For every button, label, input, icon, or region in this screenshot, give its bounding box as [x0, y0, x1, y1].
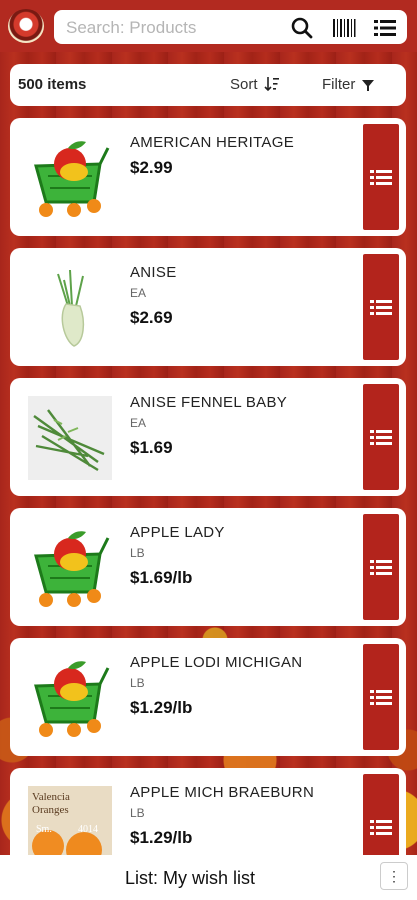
product-unit: EA — [130, 416, 147, 430]
product-name: APPLE LADY — [130, 524, 225, 541]
store-logo[interactable] — [8, 9, 44, 43]
product-card[interactable]: AMERICAN HERITAGE $2.99 — [10, 118, 406, 236]
search-bar — [54, 10, 407, 44]
product-card[interactable]: ANISE FENNEL BABY EA $1.69 — [10, 378, 406, 496]
sign-line-1: Valencia — [32, 791, 70, 803]
more-options-button[interactable]: ⋮ — [380, 862, 408, 890]
product-name: APPLE LODI MICHIGAN — [130, 654, 303, 671]
product-name: ANISE — [130, 264, 177, 281]
list-add-icon — [370, 820, 392, 835]
filter-button[interactable]: Filter — [322, 76, 375, 93]
cart-placeholder-image — [28, 526, 112, 610]
product-unit: LB — [130, 806, 145, 820]
item-count: 500 items — [18, 76, 87, 93]
sort-button[interactable]: Sort — [230, 76, 280, 93]
add-to-list-button[interactable] — [363, 644, 399, 750]
sign-line-2: Oranges — [32, 804, 69, 816]
cart-placeholder-image — [28, 136, 112, 220]
product-price: $1.29/lb — [130, 828, 193, 847]
barcode-icon[interactable] — [331, 16, 357, 40]
list-add-icon — [370, 170, 392, 185]
product-name: AMERICAN HERITAGE — [130, 134, 295, 151]
add-to-list-button[interactable] — [363, 124, 399, 230]
sign-code-left: Sm. — [36, 824, 52, 835]
product-unit: LB — [130, 676, 145, 690]
filter-icon — [362, 80, 375, 91]
product-card[interactable]: APPLE LODI MICHIGAN LB $1.29/lb — [10, 638, 406, 756]
sort-icon — [263, 77, 279, 92]
list-icon[interactable] — [372, 16, 398, 40]
product-unit: EA — [130, 286, 147, 300]
list-footer: List: My wish list ⋮ — [0, 855, 417, 900]
fennel-bunch-photo-image — [28, 396, 112, 480]
current-list-label[interactable]: List: My wish list — [0, 868, 380, 889]
product-price: $1.69/lb — [130, 568, 193, 587]
app-header — [0, 0, 417, 52]
add-to-list-button[interactable] — [363, 514, 399, 620]
product-price: $2.99 — [130, 158, 173, 177]
product-unit: LB — [130, 546, 145, 560]
fennel-photo-image — [28, 266, 112, 350]
filter-label: Filter — [322, 76, 356, 93]
sign-code-right: 4014 — [78, 824, 98, 835]
product-price: $2.69 — [130, 308, 173, 327]
kebab-icon: ⋮ — [387, 868, 401, 884]
search-input[interactable] — [64, 16, 278, 40]
sort-label: Sort — [230, 76, 258, 93]
list-add-icon — [370, 560, 392, 575]
product-price: $1.29/lb — [130, 698, 193, 717]
product-price: $1.69 — [130, 438, 173, 457]
product-card[interactable]: ANISE EA $2.69 — [10, 248, 406, 366]
list-add-icon — [370, 300, 392, 315]
list-add-icon — [370, 690, 392, 705]
add-to-list-button[interactable] — [363, 384, 399, 490]
search-icon[interactable] — [290, 16, 316, 40]
cart-placeholder-image — [28, 656, 112, 740]
add-to-list-button[interactable] — [363, 254, 399, 360]
product-name: ANISE FENNEL BABY — [130, 394, 288, 411]
results-toolbar: 500 items Sort Filter — [10, 64, 406, 106]
product-name: APPLE MICH BRAEBURN — [130, 784, 315, 801]
product-card[interactable]: APPLE LADY LB $1.69/lb — [10, 508, 406, 626]
list-add-icon — [370, 430, 392, 445]
